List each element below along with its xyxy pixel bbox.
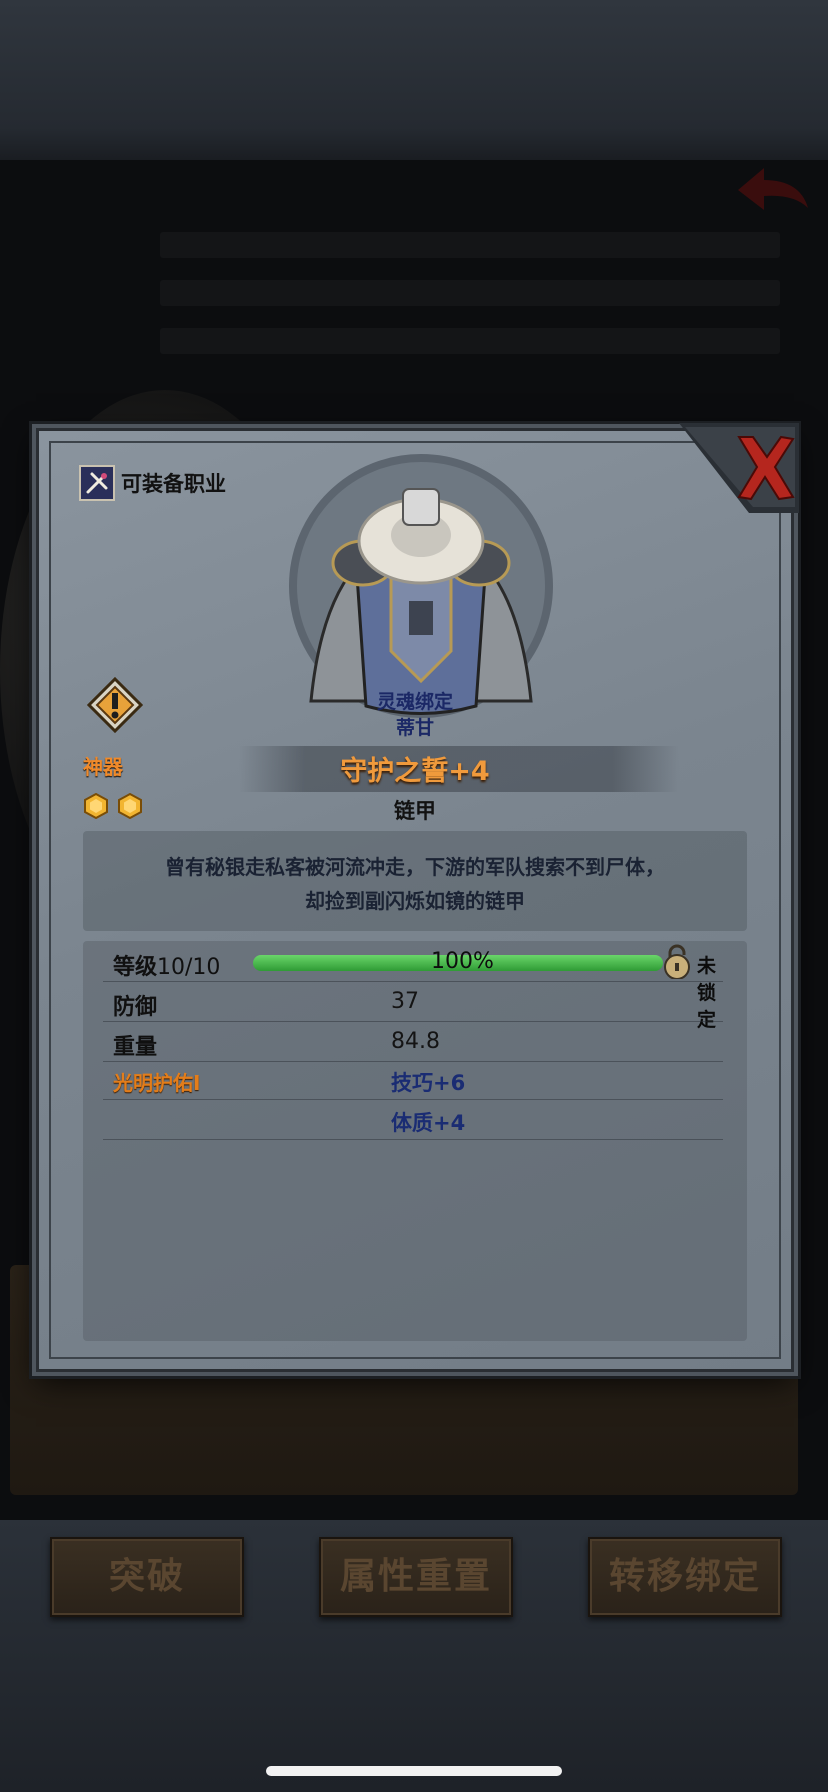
- enchant-row: 体质+4: [103, 1101, 723, 1140]
- level-label: 等级10/10: [113, 955, 221, 980]
- equippable-class[interactable]: 可装备职业: [79, 465, 226, 501]
- equippable-class-label: 可装备职业: [121, 472, 226, 496]
- stat-name: 防御: [113, 995, 158, 1020]
- close-icon[interactable]: [679, 423, 799, 513]
- breakthrough-button[interactable]: 突破: [50, 1537, 244, 1617]
- enchant-bonus: 体质+4: [391, 1111, 466, 1135]
- home-indicator[interactable]: [266, 1766, 562, 1776]
- stat-name: 重量: [113, 1035, 158, 1060]
- item-description: 曾有秘银走私客被河流冲走，下游的军队搜索不到尸体， 却捡到副闪烁如镜的链甲: [83, 831, 747, 931]
- lock-icon[interactable]: [661, 943, 693, 979]
- artifact-upgrade-icon[interactable]: [87, 677, 143, 733]
- back-arrow-icon[interactable]: [734, 164, 812, 216]
- enchant-name[interactable]: 光明护佑I: [113, 1067, 200, 1096]
- item-detail-dialog: 可装备职业 灵魂绑定 蒂甘 神器 守护之誓+4 链甲 曾有秘银走私客被河流冲走，…: [36, 423, 799, 1372]
- stat-row-defense: 防御 37: [103, 983, 723, 1022]
- enchant-bonus: 技巧+6: [391, 1071, 466, 1095]
- stat-value: 37: [391, 989, 419, 1014]
- item-name: 守护之誓+4: [340, 756, 490, 787]
- stat-row-weight: 重量 84.8: [103, 1023, 723, 1062]
- level-percent: 100%: [431, 949, 494, 974]
- item-type: 链甲: [394, 799, 436, 823]
- top-status-area: [0, 0, 828, 160]
- reset-attributes-button[interactable]: 属性重置: [319, 1537, 513, 1617]
- transfer-binding-button[interactable]: 转移绑定: [588, 1537, 782, 1617]
- description-line: 却捡到副闪烁如镜的链甲: [305, 889, 525, 913]
- job-class-icon: [79, 465, 115, 501]
- background-row: [160, 280, 780, 306]
- background-row: [160, 232, 780, 258]
- background-row: [160, 328, 780, 354]
- enchant-row: 光明护佑I 技巧+6: [103, 1061, 723, 1100]
- stats-panel: 等级10/10 100% 未锁定 防御 37 重量 84.8 光明护佑I 技巧+…: [83, 941, 747, 1341]
- level-row: 等级10/10 100% 未锁定: [103, 943, 723, 1031]
- description-line: 曾有秘银走私客被河流冲走，下游的军队搜索不到尸体，: [165, 855, 665, 879]
- owner-name: 蒂甘: [395, 717, 434, 739]
- stat-value: 84.8: [391, 1029, 440, 1054]
- soul-bound-label: 灵魂绑定: [376, 691, 453, 713]
